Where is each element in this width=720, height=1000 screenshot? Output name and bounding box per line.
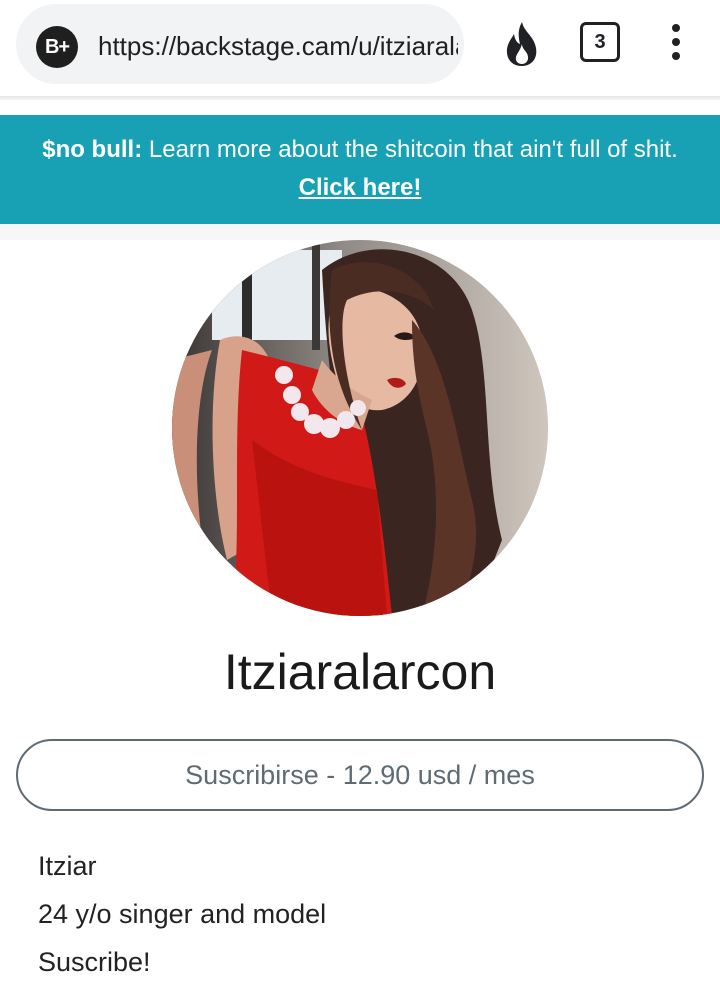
- bio-line: Suscribe!: [38, 947, 151, 977]
- browser-toolbar: B+ https://backstage.cam/u/itziaralarcon…: [0, 0, 720, 100]
- banner-link[interactable]: Click here!: [0, 173, 720, 203]
- toolbar-divider: [0, 96, 720, 100]
- bio-line: Itziar: [38, 851, 97, 881]
- banner-bold-text: $no bull:: [42, 136, 143, 163]
- profile-bio: Itziar 24 y/o singer and model Suscribe!: [38, 842, 698, 986]
- site-info-icon[interactable]: B+: [36, 26, 78, 68]
- profile-username: Itziaralarcon: [223, 644, 497, 700]
- banner-message: $no bull: Learn more about the shitcoin …: [0, 135, 720, 165]
- bio-line: 24 y/o singer and model: [38, 899, 327, 929]
- tab-switcher-button[interactable]: 3: [580, 22, 620, 62]
- address-bar[interactable]: B+ https://backstage.cam/u/itziaralarcon: [16, 4, 464, 84]
- banner-text: Learn more about the shitcoin that ain't…: [142, 136, 678, 163]
- banner-divider: [0, 224, 720, 240]
- promo-banner: $no bull: Learn more about the shitcoin …: [0, 115, 720, 224]
- profile-avatar: [172, 240, 548, 616]
- more-vert-icon[interactable]: [666, 24, 686, 64]
- subscribe-button[interactable]: Suscribirse - 12.90 usd / mes: [16, 739, 704, 811]
- fire-icon[interactable]: [500, 20, 544, 68]
- url-text[interactable]: https://backstage.cam/u/itziaralarcon: [98, 24, 458, 68]
